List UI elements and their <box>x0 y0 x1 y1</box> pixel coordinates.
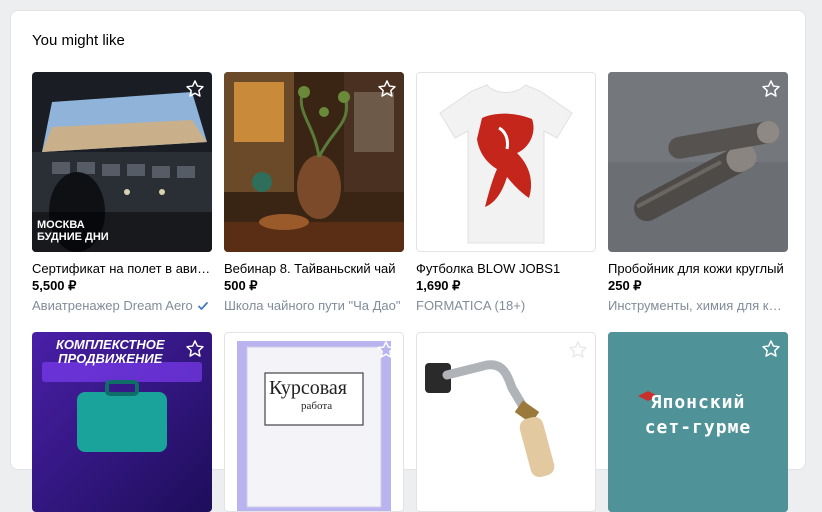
product-seller[interactable]: Инструменты, химия для кожи <box>608 298 788 313</box>
recommendations-panel: You might like МОСКВА БУДНИЕ ДНИ Сертифи… <box>10 10 806 512</box>
favorite-star-icon[interactable] <box>760 338 782 360</box>
product-image[interactable]: Курсовая работа <box>224 332 404 512</box>
product-seller[interactable]: Школа чайного пути "Ча Дао" <box>224 298 404 313</box>
product-card[interactable] <box>416 332 596 512</box>
product-name[interactable]: Вебинар 8. Тайваньский чай <box>224 261 404 276</box>
verified-check-icon <box>197 301 208 310</box>
product-card[interactable]: Футболка BLOW JOBS1 1,690 ₽ FORMATICA (1… <box>416 72 596 313</box>
product-image[interactable] <box>416 332 596 512</box>
product-name[interactable]: Сертификат на полет в авиатренажере <box>32 261 212 276</box>
product-price: 250 ₽ <box>608 278 642 293</box>
product-seller[interactable]: FORMATICA (18+) <box>416 298 596 313</box>
product-image[interactable] <box>608 72 788 252</box>
image-caption: Японский сет-гурме <box>644 392 752 438</box>
favorite-star-icon[interactable] <box>375 339 397 361</box>
image-caption: МОСКВА БУДНИЕ ДНИ <box>37 219 109 243</box>
product-card[interactable]: Японский сет-гурме <box>608 332 788 512</box>
favorite-star-icon[interactable] <box>184 338 206 360</box>
product-image[interactable] <box>416 72 596 252</box>
favorite-star-icon[interactable] <box>760 78 782 100</box>
product-card[interactable]: КОМПЛЕКСТНОЕ ПРОДВИЖЕНИЕ <box>32 332 212 512</box>
favorite-star-icon[interactable] <box>376 78 398 100</box>
product-price: 1,690 ₽ <box>416 278 461 293</box>
image-caption: КОМПЛЕКСТНОЕ ПРОДВИЖЕНИЕ <box>56 337 165 366</box>
product-price: 500 ₽ <box>224 278 258 293</box>
image-caption: Курсовая работа <box>269 377 347 412</box>
product-card[interactable]: Пробойник для кожи круглый 250 ₽ Инструм… <box>608 72 788 313</box>
section-title: You might like <box>32 32 125 49</box>
product-image[interactable] <box>224 72 404 252</box>
product-card[interactable]: Курсовая работа <box>224 332 404 512</box>
product-price: 5,500 ₽ <box>32 278 77 293</box>
product-image[interactable]: Японский сет-гурме <box>608 332 788 512</box>
product-image[interactable]: КОМПЛЕКСТНОЕ ПРОДВИЖЕНИЕ <box>32 332 212 512</box>
favorite-star-icon[interactable] <box>184 78 206 100</box>
product-card[interactable]: МОСКВА БУДНИЕ ДНИ Сертификат на полет в … <box>32 72 212 313</box>
favorite-star-icon[interactable] <box>567 79 589 101</box>
product-card[interactable]: Вебинар 8. Тайваньский чай 500 ₽ Школа ч… <box>224 72 404 313</box>
product-name[interactable]: Пробойник для кожи круглый <box>608 261 788 276</box>
product-seller[interactable]: Авиатренажер Dream Aero <box>32 298 212 313</box>
product-name[interactable]: Футболка BLOW JOBS1 <box>416 261 596 276</box>
favorite-star-icon[interactable] <box>567 339 589 361</box>
product-image[interactable]: МОСКВА БУДНИЕ ДНИ <box>32 72 212 252</box>
